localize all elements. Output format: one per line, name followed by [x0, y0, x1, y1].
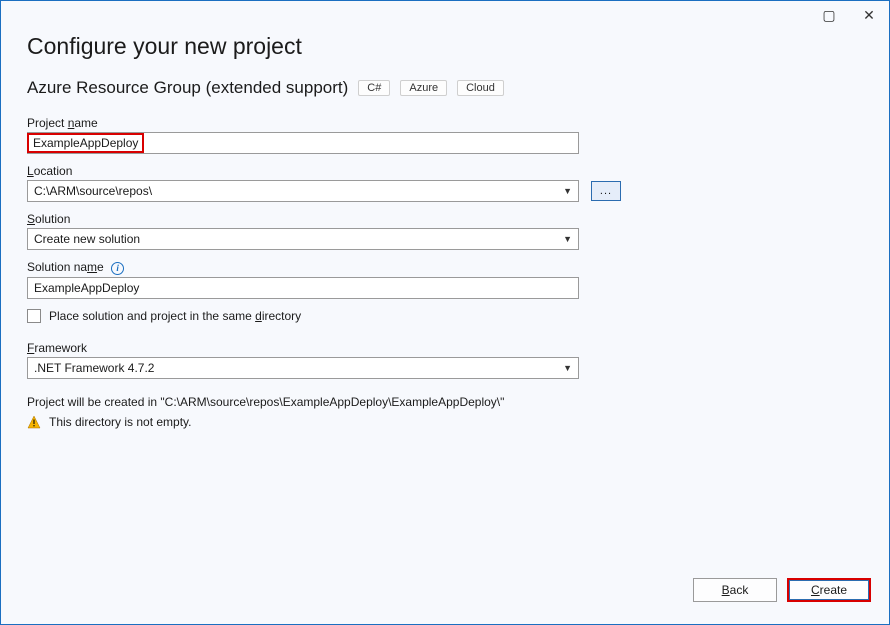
solution-name-label: Solution name i: [27, 260, 863, 275]
project-name-input[interactable]: ExampleAppDeploy: [27, 132, 579, 154]
footer: Back Create: [1, 578, 889, 624]
solution-label: Solution: [27, 212, 863, 226]
back-button[interactable]: Back: [693, 578, 777, 602]
chevron-down-icon: ▼: [563, 234, 572, 244]
tag-cloud: Cloud: [457, 80, 504, 96]
template-name: Azure Resource Group (extended support): [27, 78, 348, 98]
info-icon[interactable]: i: [111, 262, 124, 275]
titlebar: ▢ ✕: [1, 1, 889, 29]
chevron-down-icon: ▼: [563, 186, 572, 196]
content-area: Configure your new project Azure Resourc…: [1, 29, 889, 578]
maximize-icon: ▢: [822, 7, 835, 24]
framework-label: Framework: [27, 341, 863, 355]
project-name-label: Project name: [27, 116, 863, 130]
tag-azure: Azure: [400, 80, 447, 96]
solution-value: Create new solution: [34, 232, 140, 246]
close-icon: ✕: [863, 7, 875, 24]
same-directory-row: Place solution and project in the same d…: [27, 309, 863, 323]
browse-label: ...: [600, 185, 612, 197]
location-combo[interactable]: C:\ARM\source\repos\ ▼: [27, 180, 579, 202]
solution-combo[interactable]: Create new solution ▼: [27, 228, 579, 250]
tag-csharp: C#: [358, 80, 390, 96]
warning-row: This directory is not empty.: [27, 415, 863, 429]
close-button[interactable]: ✕: [855, 5, 883, 25]
chevron-down-icon: ▼: [563, 363, 572, 373]
maximize-button[interactable]: ▢: [815, 5, 843, 25]
same-directory-label[interactable]: Place solution and project in the same d…: [49, 309, 301, 323]
create-button[interactable]: Create: [787, 578, 871, 602]
location-value: C:\ARM\source\repos\: [34, 184, 152, 198]
subtitle-row: Azure Resource Group (extended support) …: [27, 78, 863, 98]
framework-combo[interactable]: .NET Framework 4.7.2 ▼: [27, 357, 579, 379]
creation-path-text: Project will be created in "C:\ARM\sourc…: [27, 395, 863, 409]
page-title: Configure your new project: [27, 33, 863, 60]
dialog-window: ▢ ✕ Configure your new project Azure Res…: [0, 0, 890, 625]
project-name-highlight: ExampleAppDeploy: [27, 133, 144, 153]
project-name-value: ExampleAppDeploy: [33, 136, 138, 150]
warning-icon: [27, 415, 41, 429]
location-label: Location: [27, 164, 863, 178]
same-directory-checkbox[interactable]: [27, 309, 41, 323]
warning-text: This directory is not empty.: [49, 415, 192, 429]
solution-name-input[interactable]: [27, 277, 579, 299]
framework-value: .NET Framework 4.7.2: [34, 361, 154, 375]
browse-button[interactable]: ...: [591, 181, 621, 201]
